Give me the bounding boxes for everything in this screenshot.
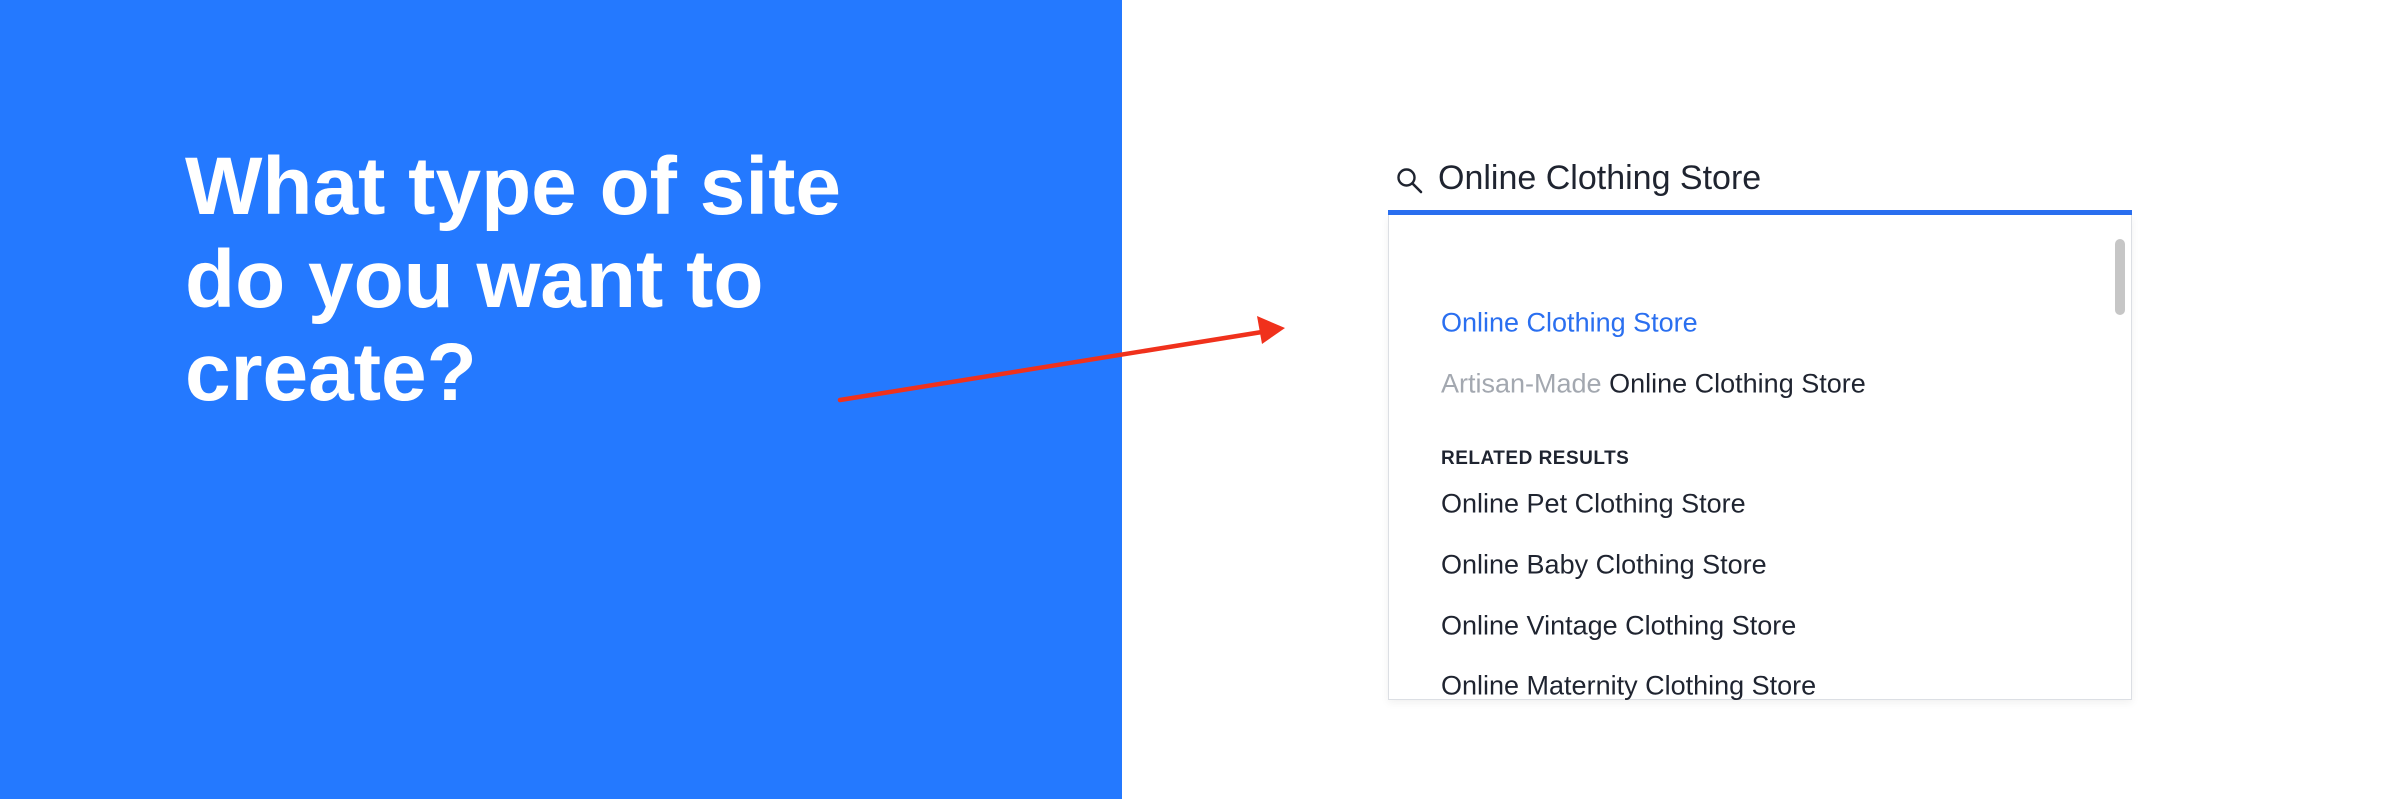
related-item-pet[interactable]: Online Pet Clothing Store: [1441, 489, 1746, 520]
suggestion-item-exact[interactable]: Online Clothing Store: [1441, 308, 1698, 339]
related-item-baby[interactable]: Online Baby Clothing Store: [1441, 550, 1767, 581]
headline-line-1: What type of site: [185, 141, 842, 232]
dropdown-scrollbar[interactable]: [2115, 239, 2125, 315]
headline: What type of site do you want to create?: [185, 140, 1085, 419]
headline-line-2: do you want to: [185, 234, 764, 325]
search-input[interactable]: [1438, 156, 2118, 200]
related-item-maternity[interactable]: Online Maternity Clothing Store: [1441, 671, 1816, 702]
suggestion-prefix: Artisan-Made: [1441, 368, 1602, 399]
headline-line-3: create?: [185, 327, 477, 418]
suggestion-item-artisan[interactable]: Artisan-Made Online Clothing Store: [1441, 369, 1866, 400]
search-icon: [1397, 168, 1423, 194]
suggestion-label: Online Clothing Store: [1441, 307, 1698, 338]
related-item-vintage[interactable]: Online Vintage Clothing Store: [1441, 611, 1796, 642]
site-type-search: Online Clothing Store Artisan-Made Onlin…: [1388, 150, 2132, 702]
related-results-heading: RELATED RESULTS: [1441, 448, 1630, 469]
suggestions-dropdown: Online Clothing Store Artisan-Made Onlin…: [1388, 215, 2132, 702]
left-panel: What type of site do you want to create?: [0, 0, 1122, 799]
suggestion-label: Online Clothing Store: [1609, 368, 1866, 399]
search-bar[interactable]: [1388, 150, 2132, 215]
